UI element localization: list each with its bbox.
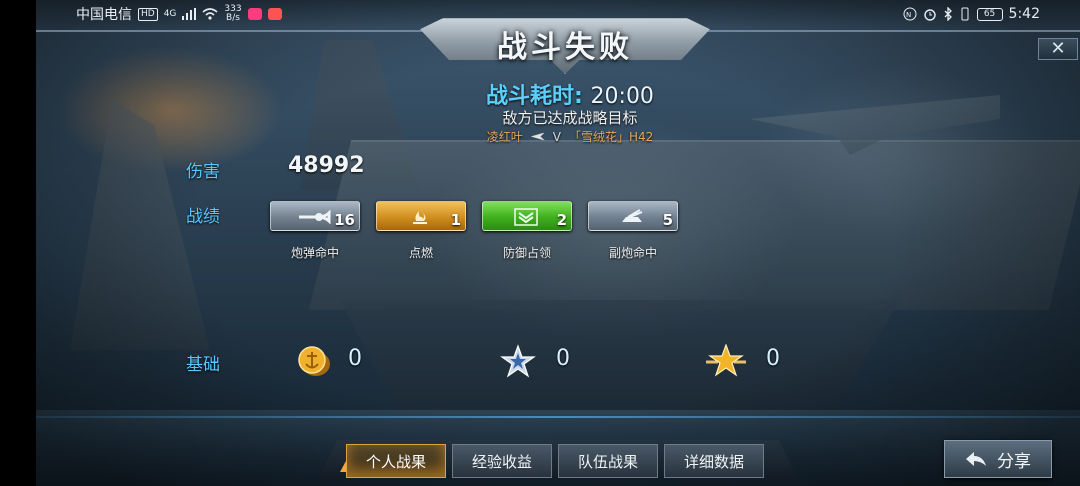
battle-duration: 战斗耗时: 20:00 xyxy=(380,78,760,110)
share-label: 分享 xyxy=(997,451,1031,472)
signal-icon xyxy=(182,8,197,20)
share-arrow-icon xyxy=(966,452,986,466)
fire-icon xyxy=(403,208,437,226)
silver-star-value: 0 xyxy=(556,346,570,371)
vs-label: V xyxy=(552,129,561,144)
book-app-icon xyxy=(267,8,282,20)
gold-star-value: 0 xyxy=(766,346,780,371)
net-speed-unit: B/s xyxy=(226,13,240,23)
gold-star-icon xyxy=(706,344,746,377)
player-name: 凌红叶 xyxy=(486,130,523,144)
net-speed: 333 B/s xyxy=(224,5,241,23)
achievement-medal-shell-hit[interactable]: 16 xyxy=(270,201,360,231)
app-notification-icon xyxy=(247,8,262,20)
carrier-name: 中国电信 xyxy=(76,7,132,23)
close-button[interactable]: ✕ xyxy=(1038,38,1078,60)
hd-badge: HD xyxy=(138,7,158,21)
svg-text:N: N xyxy=(906,11,911,19)
achievement-count: 16 xyxy=(334,211,355,229)
battle-duration-label: 战斗耗时: xyxy=(486,84,583,109)
achievement-label-shell-hit: 炮弹命中 xyxy=(290,246,339,260)
achievement-count: 2 xyxy=(556,211,567,229)
battle-background xyxy=(0,0,1080,486)
bottom-divider xyxy=(36,416,1080,418)
battle-duration-value: 20:00 xyxy=(590,84,654,109)
network-type: 4G xyxy=(163,8,177,19)
gold-coin-value: 0 xyxy=(348,346,362,371)
tab-team-results[interactable]: 队伍战果 xyxy=(558,444,658,478)
letterbox-strip xyxy=(0,0,36,486)
matchup-line: 凌红叶 V 「雪绒花」H42 xyxy=(380,128,760,145)
defense-capture-icon xyxy=(509,208,543,226)
achievement-label-defense-capture: 防御占领 xyxy=(502,246,551,260)
base-rewards-label: 基础 xyxy=(186,355,220,375)
tab-detailed-data[interactable]: 详细数据 xyxy=(664,444,764,478)
opponent-name: 「雪绒花」H42 xyxy=(568,130,654,144)
battle-result-title: 战斗失败 xyxy=(497,30,633,65)
achievement-label-secondary-gun: 副炮命中 xyxy=(608,246,657,260)
gold-coin-icon xyxy=(298,346,330,376)
achievement-medal-defense-capture[interactable]: 2 xyxy=(482,201,572,231)
vignette-overlay xyxy=(0,0,1080,486)
secondary-gun-icon xyxy=(615,208,649,226)
achievements-label: 战绩 xyxy=(186,207,220,227)
bluetooth-icon xyxy=(944,7,952,21)
result-message: 敌方已达成战略目标 xyxy=(502,109,638,127)
silver-star-icon xyxy=(500,344,536,378)
fleet-emblem-icon xyxy=(530,132,545,141)
achievement-count: 5 xyxy=(662,211,673,229)
achievement-medal-secondary-gun[interactable]: 5 xyxy=(588,201,678,231)
achievement-medal-fire[interactable]: 1 xyxy=(376,201,466,231)
clock: 5:42 xyxy=(1008,6,1040,22)
damage-value: 48992 xyxy=(288,153,365,178)
achievement-label-fire: 点燃 xyxy=(408,246,433,260)
tab-personal-results[interactable]: 个人战果 xyxy=(346,444,446,478)
tab-experience-gain[interactable]: 经验收益 xyxy=(452,444,552,478)
battery-icon: 65 xyxy=(976,7,1003,21)
vibrate-icon xyxy=(961,7,969,21)
alarm-icon xyxy=(923,9,936,21)
share-button[interactable]: 分享 xyxy=(944,440,1052,478)
damage-label: 伤害 xyxy=(186,162,220,182)
achievement-count: 1 xyxy=(450,211,461,229)
wifi-icon xyxy=(202,8,218,20)
shell-hit-icon xyxy=(297,208,331,226)
nfc-icon: N xyxy=(903,7,917,21)
